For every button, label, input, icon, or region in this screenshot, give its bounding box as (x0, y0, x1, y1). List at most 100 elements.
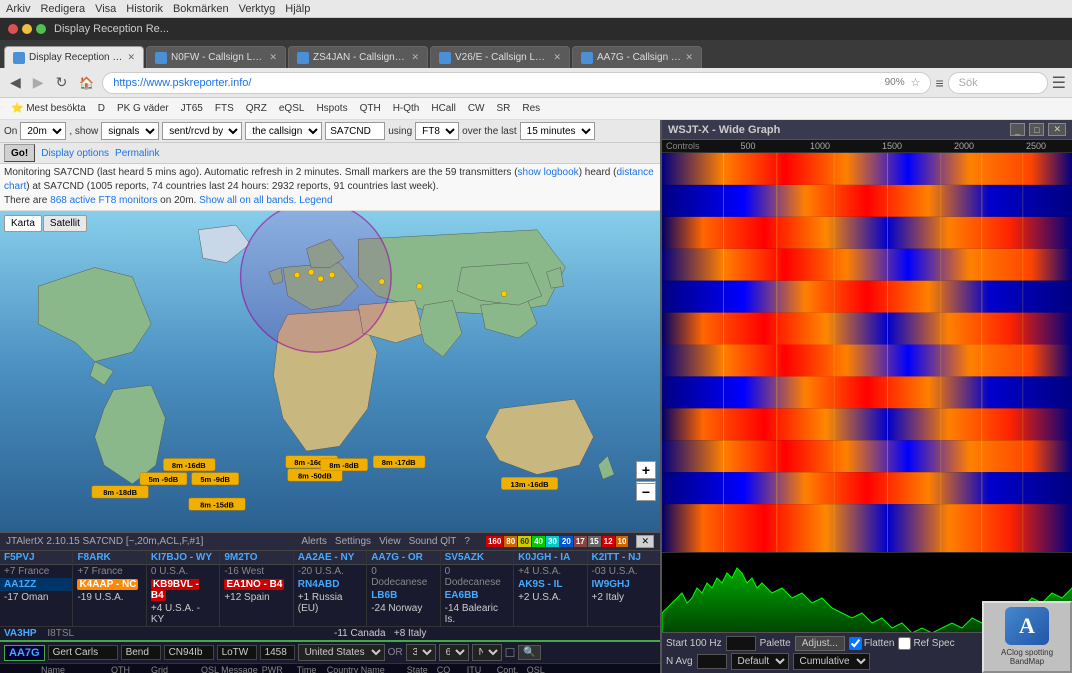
extra-callsign-1[interactable]: VA3HP (4, 628, 37, 639)
col9-sub-callsign[interactable]: IW9GHJ (592, 579, 630, 590)
map-satellit-button[interactable]: Satellit (43, 215, 87, 232)
menu-bokmarken[interactable]: Bokmärken (173, 3, 229, 15)
ref-spec-checkbox[interactable] (898, 637, 911, 650)
forward-button[interactable]: ▶ (29, 72, 48, 93)
bookmark-icon[interactable]: ☆ (911, 76, 921, 89)
jta-nav-sound[interactable]: Sound QlT (409, 536, 457, 547)
back-button[interactable]: ◀ (6, 72, 25, 93)
tab-4[interactable]: V26/E - Callsign Look... ✕ (430, 46, 570, 68)
bookmark-eqsl[interactable]: eQSL (274, 102, 310, 115)
map-karta-button[interactable]: Karta (4, 215, 42, 232)
col5-sub-callsign[interactable]: RN4ABD (298, 579, 340, 590)
wsjt-close-btn[interactable]: ✕ (1048, 123, 1066, 136)
entry-power-field[interactable] (260, 645, 295, 660)
col3-callsign[interactable]: KI7BJO - WY (151, 552, 212, 563)
col3-sub-callsign[interactable]: KB9BVL - B4 (151, 579, 199, 601)
tab-4-close[interactable]: ✕ (553, 52, 561, 63)
menu-hjälp[interactable]: Hjälp (285, 3, 310, 15)
tab-3-close[interactable]: ✕ (411, 52, 419, 63)
reload-button[interactable]: ↻ (52, 72, 72, 93)
bookmark-hqth[interactable]: H-Qth (388, 102, 425, 115)
bookmark-sr[interactable]: SR (491, 102, 515, 115)
col2-callsign[interactable]: F8ARK (77, 552, 110, 563)
entry-search-button[interactable]: 🔍 (518, 645, 540, 660)
col7-sub-callsign[interactable]: EA6BB (445, 590, 479, 601)
mode-select[interactable]: FT8 (415, 122, 459, 140)
wsjt-maximize-btn[interactable]: □ (1029, 123, 1044, 136)
tab-1-close[interactable]: ✕ (127, 52, 135, 63)
jta-nav-settings[interactable]: Settings (335, 536, 371, 547)
adjust-button[interactable]: Adjust... (795, 636, 845, 651)
jta-close-button[interactable]: ✕ (636, 535, 654, 548)
time-select[interactable]: 15 minutes (520, 122, 595, 140)
entry-qth-field[interactable] (121, 645, 161, 660)
url-bar[interactable]: https://www.pskreporter.info/ 90% ☆ (102, 72, 931, 94)
sync-icon[interactable]: ≡ (935, 75, 943, 91)
bookmark-d[interactable]: D (93, 102, 110, 115)
close-btn[interactable] (8, 24, 18, 34)
display-options-link[interactable]: Display options (41, 148, 109, 159)
menu-verktyg[interactable]: Verktyg (239, 3, 276, 15)
aclog-icon[interactable]: A (1005, 607, 1049, 645)
tab-1[interactable]: Display Reception Re... ✕ (4, 46, 144, 68)
permalink-link[interactable]: Permalink (115, 148, 159, 159)
jta-nav-help[interactable]: ? (464, 536, 470, 547)
zoom-out-button[interactable]: − (636, 483, 656, 501)
band-select[interactable]: 20m40m80m (20, 122, 66, 140)
home-button[interactable]: 🏠 (75, 74, 98, 92)
zoom-in-button[interactable]: + (636, 461, 656, 479)
menu-icon[interactable]: ☰ (1052, 73, 1066, 93)
col7-callsign[interactable]: SV5AZK (445, 552, 484, 563)
bookmark-most-visited[interactable]: ⭐ Mest besökta (6, 102, 91, 115)
col4-callsign[interactable]: 9M2TO (224, 552, 257, 563)
col1-sub-callsign[interactable]: AA1ZZ (4, 579, 36, 590)
active-monitors-link[interactable]: 868 active FT8 monitors (50, 195, 157, 206)
menu-historik[interactable]: Historik (126, 3, 163, 15)
col6-sub-callsign[interactable]: LB6B (371, 590, 397, 601)
go-button[interactable]: Go! (4, 144, 35, 162)
world-map-svg[interactable]: 8m -18dB 8m -15dB 5m -9dB 8m -16dB 8m -1… (0, 211, 660, 531)
callsign-input[interactable] (325, 122, 385, 140)
cumulative-select[interactable]: Cumulative (793, 653, 870, 670)
col2-sub-callsign[interactable]: K4AAP - NC (77, 579, 138, 590)
tab-3[interactable]: ZS4JAN - Callsign Loo... ✕ (288, 46, 428, 68)
minimize-btn[interactable] (22, 24, 32, 34)
waterfall-display[interactable] (662, 153, 1072, 552)
show-logbook-link[interactable]: show logbook (518, 167, 579, 178)
search-bar[interactable]: Sök (948, 72, 1048, 94)
show-all-link[interactable]: Show all on all bands. (199, 195, 296, 206)
col8-sub-callsign[interactable]: AK9S - IL (518, 579, 562, 590)
bookmark-res[interactable]: Res (517, 102, 545, 115)
filter-select[interactable]: the callsign (245, 122, 322, 140)
entry-country-select[interactable]: United States (298, 644, 385, 661)
entry-callsign[interactable]: AA7G (4, 645, 45, 661)
tab-2[interactable]: N0FW - Callsign Look... ✕ (146, 46, 286, 68)
entry-cont-select[interactable]: NA (472, 644, 502, 661)
bookmark-hspots[interactable]: Hspots (311, 102, 352, 115)
direction-select[interactable]: sent/rcvd by (162, 122, 242, 140)
entry-qsl-checkbox-icon[interactable]: ☐ (505, 646, 516, 660)
bookmark-fts[interactable]: FTS (210, 102, 239, 115)
flatten-checkbox[interactable] (849, 637, 862, 650)
n-avg-input[interactable]: 6 (697, 654, 727, 669)
bookmark-pk-gvader[interactable]: PK G väder (112, 102, 174, 115)
tab-2-close[interactable]: ✕ (269, 52, 277, 63)
maximize-btn[interactable] (36, 24, 46, 34)
entry-name-field[interactable] (48, 645, 118, 660)
show-select[interactable]: signals (101, 122, 159, 140)
jta-nav-view[interactable]: View (379, 536, 401, 547)
bookmark-qth[interactable]: QTH (355, 102, 386, 115)
col8-callsign[interactable]: K0JGH - IA (518, 552, 570, 563)
entry-itu-select[interactable]: 6 (439, 644, 469, 661)
menu-visa[interactable]: Visa (95, 3, 116, 15)
entry-cq-select[interactable]: 3 (406, 644, 436, 661)
start-hz-input[interactable] (726, 636, 756, 651)
col1-callsign[interactable]: F5PVJ (4, 552, 35, 563)
entry-grid-field[interactable] (164, 645, 214, 660)
entry-logger-field[interactable] (217, 645, 257, 660)
col4-sub-callsign[interactable]: EA1NO - B4 (224, 579, 284, 590)
col9-callsign[interactable]: K2ITT - NJ (592, 552, 641, 563)
tab-5-close[interactable]: ✕ (685, 52, 693, 63)
jta-nav-alerts[interactable]: Alerts (301, 536, 327, 547)
col6-callsign[interactable]: AA7G - OR (371, 552, 423, 563)
